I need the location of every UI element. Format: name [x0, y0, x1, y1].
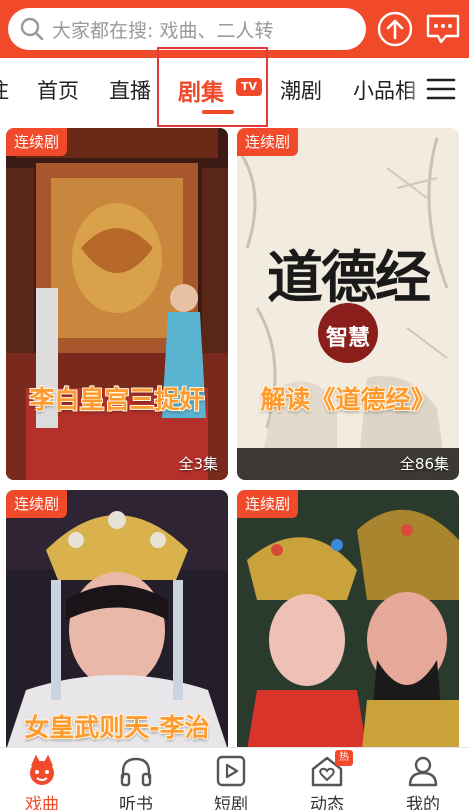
play-icon: [216, 755, 246, 787]
nav-short-drama[interactable]: 短剧: [191, 752, 271, 810]
cover-art-subtitle: 智慧: [325, 326, 370, 351]
nav-label: 短剧: [214, 795, 248, 810]
hot-badge: 热: [335, 750, 353, 766]
search-placeholder: 大家都在搜: 戏曲、二人转: [52, 19, 274, 42]
card-title: 解读《道德经》: [260, 385, 436, 414]
series-thumbnail: [237, 490, 459, 750]
card-tag: 连续剧: [237, 128, 299, 156]
tv-badge: TV: [236, 78, 262, 96]
card-tag: 连续剧: [6, 128, 68, 156]
top-bar: 大家都在搜: 戏曲、二人转: [0, 0, 469, 58]
upload-icon[interactable]: [377, 11, 413, 47]
nav-opera[interactable]: 戏曲: [2, 752, 82, 810]
menu-icon[interactable]: [426, 76, 456, 102]
series-card[interactable]: 连续剧 李白皇宫三捉奸 全3集: [6, 128, 228, 480]
card-tag: 连续剧: [237, 490, 299, 518]
nav-feed[interactable]: 热 动态: [287, 750, 367, 810]
tab-chaoju[interactable]: 潮剧: [280, 75, 322, 105]
series-card[interactable]: 连续剧 女皇武则天-李治: [6, 490, 228, 750]
nav-label: 动态: [310, 795, 344, 810]
episode-count: 全86集: [399, 455, 449, 473]
card-tag: 连续剧: [6, 490, 68, 518]
cover-art-title: 道德经: [267, 245, 431, 311]
series-card[interactable]: 连续剧: [237, 490, 459, 750]
search-icon: [20, 17, 44, 41]
tab-series[interactable]: 剧集 TV: [178, 73, 262, 107]
nav-profile[interactable]: 我的: [383, 752, 463, 810]
active-tab-indicator: [202, 110, 234, 114]
bottom-nav: 戏曲 听书 短剧 热 动态 我的: [0, 747, 469, 810]
card-title: 女皇武则天-李治: [24, 713, 210, 742]
opera-mascot-icon: [30, 754, 54, 785]
message-icon[interactable]: [424, 11, 462, 47]
series-card[interactable]: 道德经 智慧 连续剧 解读《道德经》 全86集: [237, 128, 459, 480]
episode-count: 全3集: [178, 455, 218, 473]
nav-label: 戏曲: [25, 795, 59, 810]
nav-label: 听书: [119, 795, 153, 810]
tab-live[interactable]: 直播: [109, 75, 151, 105]
user-icon: [408, 756, 438, 787]
tab-partial[interactable]: 注: [0, 75, 9, 105]
headphones-icon: [120, 757, 152, 787]
search-bar[interactable]: 大家都在搜: 戏曲、二人转: [8, 8, 366, 50]
category-tabs: 注 首页 直播 剧集 TV 潮剧 小品相: [0, 58, 469, 120]
card-title: 李白皇宫三捉奸: [29, 385, 205, 414]
nav-audiobook[interactable]: 听书: [96, 752, 176, 810]
nav-label: 我的: [406, 795, 440, 810]
tab-series-label: 剧集: [178, 80, 224, 106]
series-thumbnail: [6, 128, 228, 480]
tab-home[interactable]: 首页: [37, 75, 79, 105]
